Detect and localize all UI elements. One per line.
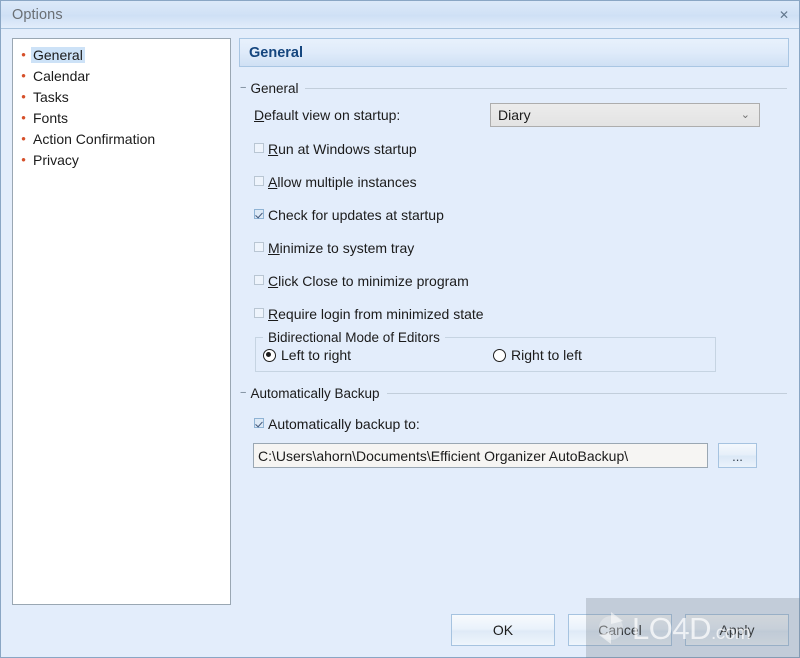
accel-char: A [268, 174, 278, 190]
checkbox-label: Automatically backup to: [268, 416, 420, 432]
label-rest: llow multiple instances [277, 174, 417, 190]
bullet-icon: • [21, 110, 26, 125]
checkbox-minimize-to-system-tray[interactable]: Minimize to system tray [254, 237, 789, 259]
radio-label: Right to left [511, 347, 582, 363]
sidebar-item-action-confirmation[interactable]: • Action Confirmation [13, 128, 230, 149]
label-rest: equire login from minimized state [278, 306, 484, 322]
dialog-footer: OK Cancel Apply [451, 614, 789, 646]
subgroup-title: Bidirectional Mode of Editors [263, 329, 445, 345]
sidebar-item-fonts[interactable]: • Fonts [13, 107, 230, 128]
default-view-value: Diary [498, 107, 531, 123]
accel-char: R [268, 306, 279, 322]
group-general-body: Default view on startup: Diary ⌄ Run at … [239, 95, 789, 372]
group-backup-body: Automatically backup to: C:\Users\ahorn\… [239, 400, 789, 468]
label-rest: inimize to system tray [279, 240, 415, 256]
checkbox-label: Run at Windows startup [268, 141, 417, 157]
accel-char: R [268, 141, 279, 157]
group-divider-line [305, 87, 787, 89]
checkbox-box[interactable] [254, 418, 264, 428]
label-rest: lick Close to minimize program [278, 273, 469, 289]
subgroup-line-right [444, 336, 715, 338]
checkbox-box[interactable] [254, 308, 264, 318]
sidebar-item-privacy[interactable]: • Privacy [13, 149, 230, 170]
group-bidirectional-mode: Bidirectional Mode of Editors Left to ri… [255, 329, 716, 372]
radio-button[interactable] [263, 348, 276, 362]
group-general-title: General [250, 80, 299, 96]
sidebar-item-general[interactable]: • General [13, 44, 230, 65]
bullet-icon: • [21, 68, 26, 83]
close-icon[interactable]: ✕ [775, 6, 793, 23]
checkbox-box[interactable] [254, 176, 264, 186]
category-sidebar[interactable]: • General • Calendar • Tasks • Fonts • A… [12, 38, 231, 605]
apply-button[interactable]: Apply [685, 614, 789, 646]
group-general-header: − General [239, 80, 789, 96]
accel-char: D [254, 107, 265, 123]
backup-path-row: C:\Users\ahorn\Documents\Efficient Organ… [253, 443, 789, 468]
checkbox-check-for-updates-at-startup[interactable]: Check for updates at startup [254, 204, 789, 226]
sidebar-item-label: Action Confirmation [33, 130, 156, 147]
subgroup-line-left [256, 336, 263, 338]
checkbox-label: Check for updates at startup [268, 207, 444, 223]
sidebar-item-label: Privacy [33, 151, 79, 168]
radio-right-to-left[interactable]: Right to left [493, 347, 582, 363]
subgroup-title-row: Bidirectional Mode of Editors [256, 329, 715, 345]
label-rest: un at Windows startup [278, 141, 417, 157]
backup-path-input[interactable]: C:\Users\ahorn\Documents\Efficient Organ… [253, 443, 708, 468]
checkbox-box[interactable] [254, 275, 264, 285]
title-bar: Options ✕ [1, 1, 799, 29]
checkbox-label: Allow multiple instances [268, 174, 417, 190]
ok-button[interactable]: OK [451, 614, 555, 646]
collapse-icon[interactable]: − [240, 387, 246, 399]
settings-pane: General − General Default view on startu… [239, 38, 789, 468]
sidebar-item-label: Tasks [33, 88, 69, 105]
checkbox-run-at-windows-startup[interactable]: Run at Windows startup [254, 138, 789, 160]
radio-label: Left to right [281, 347, 352, 363]
checkbox-label: Require login from minimized state [268, 306, 484, 322]
accel-char: C [268, 273, 279, 289]
cancel-button[interactable]: Cancel [568, 614, 672, 646]
default-view-select[interactable]: Diary ⌄ [490, 103, 760, 127]
chevron-down-icon: ⌄ [740, 108, 750, 121]
options-dialog: Options ✕ • General • Calendar • Tasks •… [0, 0, 800, 658]
radio-button[interactable] [493, 348, 507, 362]
bullet-icon: • [21, 152, 26, 167]
accel-char: M [268, 240, 280, 256]
dialog-content: • General • Calendar • Tasks • Fonts • A… [1, 29, 799, 657]
group-backup-title: Automatically Backup [250, 385, 380, 401]
group-backup-header: − Automatically Backup [239, 385, 789, 401]
checkbox-box[interactable] [254, 209, 264, 219]
sidebar-item-label: General [31, 46, 85, 63]
browse-button[interactable]: ... [718, 443, 757, 468]
checkbox-require-login-from-minimized-state[interactable]: Require login from minimized state [254, 303, 789, 325]
sidebar-item-tasks[interactable]: • Tasks [13, 86, 230, 107]
default-view-row: Default view on startup: Diary ⌄ [254, 103, 789, 127]
sidebar-item-calendar[interactable]: • Calendar [13, 65, 230, 86]
checkbox-label: Click Close to minimize program [268, 273, 469, 289]
bullet-icon: • [21, 89, 26, 104]
group-general: − General Default view on startup: Diary… [239, 81, 789, 372]
pane-header: General [239, 38, 789, 67]
pane-title: General [249, 44, 303, 61]
checkbox-box[interactable] [254, 143, 264, 153]
checkbox-box[interactable] [254, 242, 264, 252]
group-divider-line [386, 392, 787, 394]
group-automatically-backup: − Automatically Backup Automatically bac… [239, 386, 789, 468]
sidebar-item-label: Fonts [33, 109, 69, 126]
default-view-label: Default view on startup: [254, 107, 490, 123]
radio-left-to-right[interactable]: Left to right [263, 347, 351, 363]
checkbox-automatically-backup-to[interactable]: Automatically backup to: [254, 413, 789, 435]
bullet-icon: • [21, 47, 26, 62]
checkbox-label: Minimize to system tray [268, 240, 414, 256]
collapse-icon[interactable]: − [240, 82, 246, 94]
window-title: Options [12, 6, 63, 23]
checkbox-allow-multiple-instances[interactable]: Allow multiple instances [254, 171, 789, 193]
label-rest: efault view on startup: [264, 107, 401, 123]
checkbox-click-close-to-minimize-program[interactable]: Click Close to minimize program [254, 270, 789, 292]
sidebar-item-label: Calendar [33, 67, 90, 84]
bullet-icon: • [21, 131, 26, 146]
